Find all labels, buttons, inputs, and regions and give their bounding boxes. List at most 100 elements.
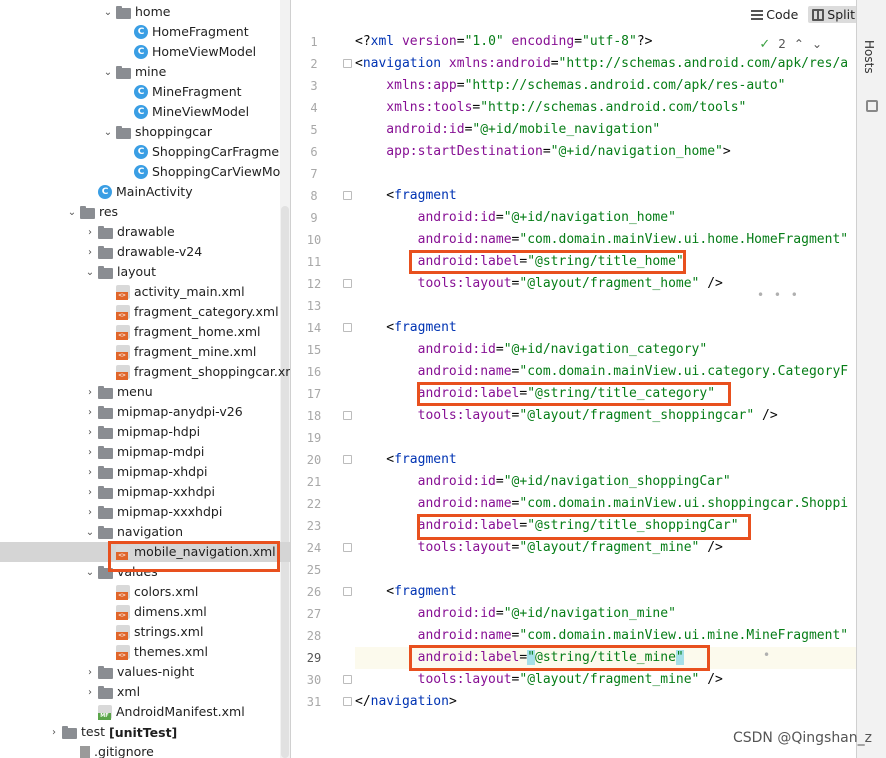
code-mode-button[interactable]: Code [747, 6, 802, 23]
tree-item-fragment-mine-xml[interactable]: fragment_mine.xml [0, 342, 290, 362]
code-line[interactable]: android:id="@+id/mobile_navigation" [355, 119, 856, 141]
fold-marker-icon[interactable] [343, 543, 352, 552]
split-mode-button[interactable]: Split [808, 6, 859, 23]
tree-item-home[interactable]: ⌄ home [0, 2, 290, 22]
tree-item-menu[interactable]: › menu [0, 382, 290, 402]
hosts-panel-icon[interactable] [866, 100, 878, 112]
code-line[interactable]: tools:layout="@layout/fragment_mine" /> [355, 669, 856, 691]
project-tree-panel[interactable]: ⌄ home C HomeFragment C HomeViewModel ⌄ mine C Mi… [0, 0, 290, 758]
tree-item-androidmanifest-xml[interactable]: AndroidManifest.xml [0, 702, 290, 722]
fold-marker-icon[interactable] [343, 411, 352, 420]
tree-item-mipmap-xxhdpi[interactable]: › mipmap-xxhdpi [0, 482, 290, 502]
tree-item-fragment-category-xml[interactable]: fragment_category.xml [0, 302, 290, 322]
fold-marker-icon[interactable] [343, 455, 352, 464]
chevron-down-icon[interactable]: ⌄ [812, 37, 822, 51]
code-line[interactable]: android:id="@+id/navigation_category" [355, 339, 856, 361]
code-line[interactable]: android:name="com.domain.mainView.ui.sho… [355, 493, 856, 515]
tree-item-test[interactable]: › test [unitTest] [0, 722, 290, 742]
code-area[interactable]: <?xml version="1.0" encoding="utf-8"?> <n… [355, 0, 856, 758]
chevron-right-icon[interactable]: › [82, 227, 98, 238]
tree-item-mainactivity[interactable]: C MainActivity [0, 182, 290, 202]
code-line[interactable]: <fragment [355, 581, 856, 603]
code-line[interactable]: tools:layout="@layout/fragment_mine" /> [355, 537, 856, 559]
tree-item-layout[interactable]: ⌄ layout [0, 262, 290, 282]
code-line[interactable]: </navigation> [355, 691, 856, 713]
chevron-down-icon[interactable]: ⌄ [82, 267, 98, 278]
fold-marker-icon[interactable] [343, 697, 352, 706]
code-line[interactable]: app:startDestination="@+id/navigation_ho… [355, 141, 856, 163]
code-line[interactable]: android:name="com.domain.mainView.ui.hom… [355, 229, 856, 251]
tree-item-dimens-xml[interactable]: dimens.xml [0, 602, 290, 622]
chevron-down-icon[interactable]: ⌄ [82, 567, 98, 578]
chevron-down-icon[interactable]: ⌄ [100, 7, 116, 18]
chevron-down-icon[interactable]: ⌄ [100, 127, 116, 138]
code-line[interactable] [355, 559, 856, 581]
code-line[interactable]: xmlns:tools="http://schemas.android.com/… [355, 97, 856, 119]
tree-item-themes-xml[interactable]: themes.xml [0, 642, 290, 662]
tree-item-drawable-v24[interactable]: › drawable-v24 [0, 242, 290, 262]
tree-item-strings-xml[interactable]: strings.xml [0, 622, 290, 642]
tree-item-mipmap-xxxhdpi[interactable]: › mipmap-xxxhdpi [0, 502, 290, 522]
tree-item-colors-xml[interactable]: colors.xml [0, 582, 290, 602]
tree-item-shoppingcarfragme[interactable]: C ShoppingCarFragme [0, 142, 290, 162]
code-line[interactable] [355, 427, 856, 449]
tree-item-xml[interactable]: › xml [0, 682, 290, 702]
code-line[interactable]: <fragment [355, 317, 856, 339]
chevron-right-icon[interactable]: › [82, 447, 98, 458]
tree-item-mipmap-xhdpi[interactable]: › mipmap-xhdpi [0, 462, 290, 482]
hosts-tool-button[interactable]: Hosts [862, 40, 876, 74]
code-line[interactable]: xmlns:app="http://schemas.android.com/ap… [355, 75, 856, 97]
tree-item-homeviewmodel[interactable]: C HomeViewModel [0, 42, 290, 62]
chevron-right-icon[interactable]: › [82, 467, 98, 478]
tree-item-res[interactable]: ⌄ res [0, 202, 290, 222]
tree-item-drawable[interactable]: › drawable [0, 222, 290, 242]
tree-item-mipmap-mdpi[interactable]: › mipmap-mdpi [0, 442, 290, 462]
fold-marker-icon[interactable] [343, 587, 352, 596]
tree-item-gitignore[interactable]: .gitignore [0, 742, 290, 758]
chevron-right-icon[interactable]: › [82, 247, 98, 258]
chevron-right-icon[interactable]: › [82, 507, 98, 518]
chevron-right-icon[interactable]: › [46, 727, 62, 738]
inspection-widget[interactable]: ✓ 2 ⌃ ⌄ [759, 34, 822, 54]
fold-marker-icon[interactable] [343, 59, 352, 68]
chevron-up-icon[interactable]: ⌃ [794, 37, 804, 51]
code-line[interactable]: android:id="@+id/navigation_home" [355, 207, 856, 229]
chevron-right-icon[interactable]: › [82, 407, 98, 418]
tree-item-mipmap-hdpi[interactable]: › mipmap-hdpi [0, 422, 290, 442]
tree-item-shoppingcarviewmo[interactable]: C ShoppingCarViewMo [0, 162, 290, 182]
fold-marker-icon[interactable] [343, 279, 352, 288]
editor-scrollbar[interactable] [848, 34, 856, 758]
tree-item-mine[interactable]: ⌄ mine [0, 62, 290, 82]
tree-item-fragment-home-xml[interactable]: fragment_home.xml [0, 322, 290, 342]
chevron-down-icon[interactable]: ⌄ [82, 527, 98, 538]
fold-marker-icon[interactable] [343, 675, 352, 684]
chevron-right-icon[interactable]: › [82, 487, 98, 498]
tree-item-fragment-shoppingcar-xml[interactable]: fragment_shoppingcar.xml [0, 362, 290, 382]
chevron-down-icon[interactable]: ⌄ [100, 67, 116, 78]
tree-item-homefragment[interactable]: C HomeFragment [0, 22, 290, 42]
tree-item-mipmap-anydpi-v26[interactable]: › mipmap-anydpi-v26 [0, 402, 290, 422]
code-line[interactable] [355, 163, 856, 185]
fold-marker-icon[interactable] [343, 191, 352, 200]
code-line[interactable]: android:name="com.domain.mainView.ui.cat… [355, 361, 856, 383]
tree-item-minefragment[interactable]: C MineFragment [0, 82, 290, 102]
fold-marker-icon[interactable] [343, 323, 352, 332]
tree-item-values-night[interactable]: › values-night [0, 662, 290, 682]
code-line[interactable]: tools:layout="@layout/fragment_shoppingc… [355, 405, 856, 427]
tree-item-mineviewmodel[interactable]: C MineViewModel [0, 102, 290, 122]
chevron-down-icon[interactable]: ⌄ [64, 207, 80, 218]
code-line[interactable]: <fragment [355, 449, 856, 471]
tree-item-shoppingcar[interactable]: ⌄ shoppingcar [0, 122, 290, 142]
chevron-right-icon[interactable]: › [82, 687, 98, 698]
chevron-right-icon[interactable]: › [82, 667, 98, 678]
code-editor[interactable]: 1 2 3 4 5 6 7 8 9 10 11 12 13 14 15 16 17 18 19 20 21 22 23 24 2… [290, 0, 859, 758]
tree-item-navigation[interactable]: ⌄ navigation [0, 522, 290, 542]
tree-item-activity-main-xml[interactable]: activity_main.xml [0, 282, 290, 302]
code-line[interactable]: android:id="@+id/navigation_shoppingCar" [355, 471, 856, 493]
chevron-right-icon[interactable]: › [82, 427, 98, 438]
code-line[interactable]: android:id="@+id/navigation_mine" [355, 603, 856, 625]
chevron-right-icon[interactable]: › [82, 387, 98, 398]
code-line[interactable]: <navigation xmlns:android="http://schema… [355, 53, 856, 75]
code-line[interactable]: <fragment [355, 185, 856, 207]
code-line[interactable]: android:name="com.domain.mainView.ui.min… [355, 625, 856, 647]
